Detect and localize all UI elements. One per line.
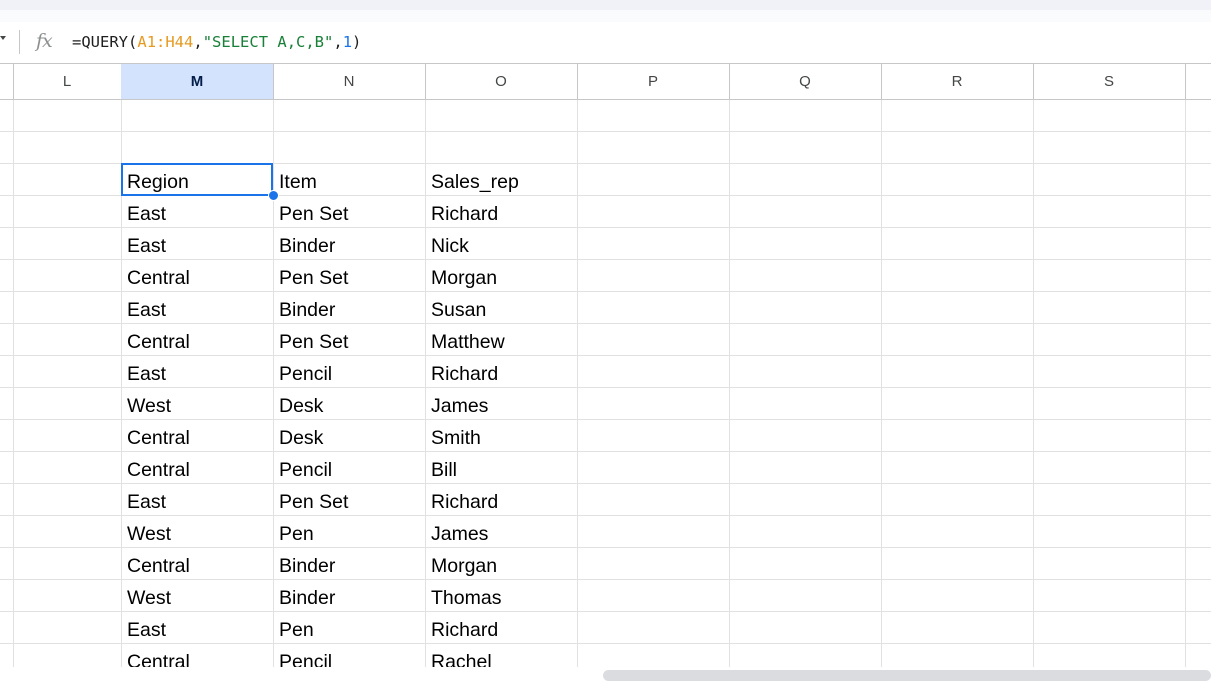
row-header-corner [0,64,14,99]
cell[interactable]: Richard [425,196,577,227]
cell[interactable]: Desk [273,388,425,419]
formula-function: QUERY [81,33,129,51]
formula-close-paren: ) [352,33,362,51]
spreadsheet-app: fx =QUERY(A1:H44,"SELECT A,C,B",1) LMNOP… [0,0,1211,681]
cell[interactable]: Pen [273,612,425,643]
horizontal-scrollbar-thumb[interactable] [603,670,1211,681]
cell[interactable]: Richard [425,612,577,643]
grid-column-line [1185,100,1186,681]
cell[interactable]: Central [121,324,273,355]
name-box-dropdown-icon[interactable] [0,36,6,40]
cell[interactable]: West [121,516,273,547]
column-header-o[interactable]: O [425,64,578,99]
cell[interactable]: East [121,484,273,515]
column-header-bar: LMNOPQRS [0,64,1211,100]
column-header-p[interactable]: P [577,64,730,99]
toolbar-strip [0,0,1211,10]
formula-range: A1:H44 [137,33,194,51]
cell[interactable]: Pen Set [273,324,425,355]
formula-comma: , [193,33,203,51]
cell[interactable]: East [121,292,273,323]
column-header-r[interactable]: R [881,64,1034,99]
grid-column-line [577,100,578,681]
cell[interactable]: Central [121,452,273,483]
cell[interactable]: East [121,612,273,643]
table-row [0,132,1211,164]
formula-input[interactable]: =QUERY(A1:H44,"SELECT A,C,B",1) [72,32,361,52]
column-header-l[interactable]: L [13,64,122,99]
cell[interactable]: Desk [273,420,425,451]
cell[interactable]: Smith [425,420,577,451]
column-header-m[interactable]: M [121,64,274,99]
cell[interactable]: Bill [425,452,577,483]
formula-bar: fx =QUERY(A1:H44,"SELECT A,C,B",1) [0,22,1211,64]
grid-column-line [13,100,14,681]
cell[interactable]: Central [121,420,273,451]
cell[interactable]: Sales_rep [425,164,577,195]
cell[interactable]: Nick [425,228,577,259]
cell[interactable]: Richard [425,484,577,515]
toolbar-gap [0,10,1211,22]
cell[interactable]: Binder [273,228,425,259]
cell[interactable]: James [425,516,577,547]
cell[interactable]: James [425,388,577,419]
formula-bar-divider [19,30,20,54]
active-cell-selection[interactable] [121,163,273,196]
formula-equals: = [72,33,82,51]
cell[interactable]: Pen Set [273,484,425,515]
formula-header-arg: 1 [342,33,353,51]
cell[interactable]: Central [121,548,273,579]
cell[interactable]: Central [121,260,273,291]
cell[interactable]: Morgan [425,260,577,291]
fill-handle[interactable] [268,190,279,201]
grid-column-line [729,100,730,681]
cell[interactable]: East [121,356,273,387]
cell[interactable]: Binder [273,580,425,611]
cell[interactable]: Morgan [425,548,577,579]
formula-open-paren: ( [128,33,138,51]
formula-comma: , [333,33,343,51]
cell[interactable]: Susan [425,292,577,323]
column-header-partial[interactable] [1185,64,1211,99]
column-header-s[interactable]: S [1033,64,1186,99]
cell[interactable]: East [121,196,273,227]
column-header-n[interactable]: N [273,64,426,99]
cell[interactable]: Richard [425,356,577,387]
column-header-q[interactable]: Q [729,64,882,99]
cell[interactable]: West [121,388,273,419]
cell[interactable]: East [121,228,273,259]
formula-query-string: "SELECT A,C,B" [202,33,334,51]
cell[interactable]: Pen Set [273,260,425,291]
cell[interactable]: Binder [273,292,425,323]
cell[interactable]: West [121,580,273,611]
grid-column-line [1033,100,1034,681]
cell[interactable]: Pencil [273,356,425,387]
cell[interactable]: Pen [273,516,425,547]
cell[interactable]: Item [273,164,425,195]
cell[interactable]: Binder [273,548,425,579]
table-row [0,100,1211,132]
cell[interactable]: Pencil [273,452,425,483]
fx-icon: fx [36,30,53,52]
cell[interactable]: Matthew [425,324,577,355]
grid-column-line [881,100,882,681]
cell[interactable]: Thomas [425,580,577,611]
cell[interactable]: Pen Set [273,196,425,227]
